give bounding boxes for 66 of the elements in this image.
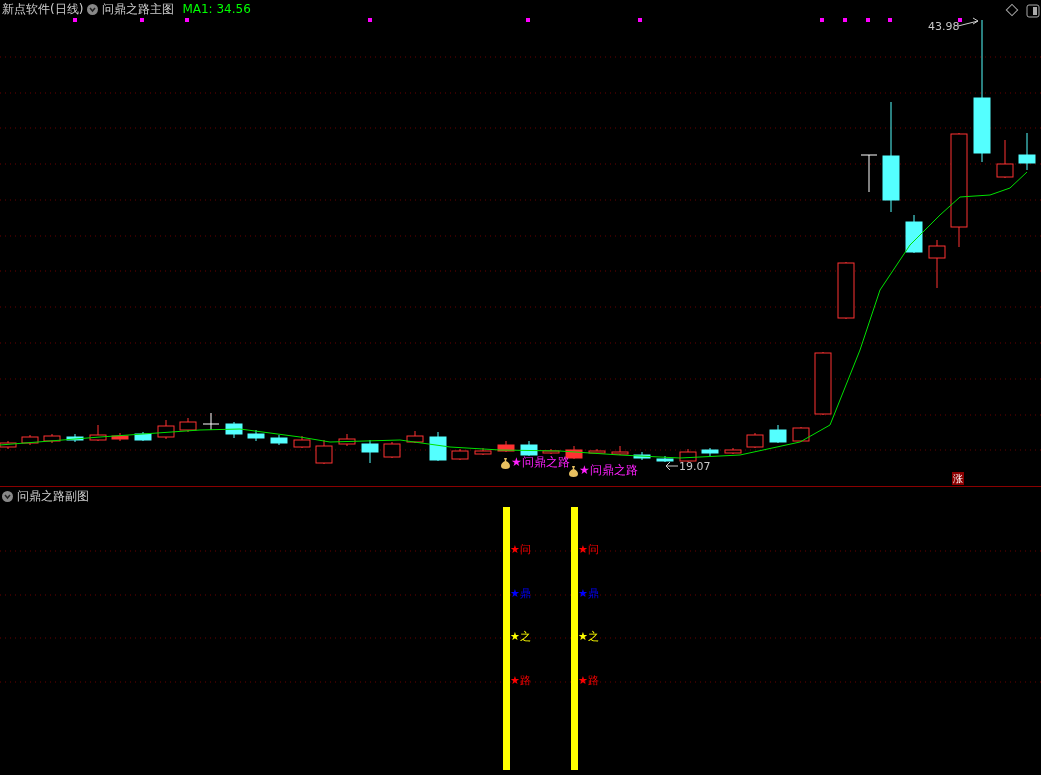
- sub-chart-title: 问鼎之路副图: [17, 487, 89, 505]
- money-bag-icon: [500, 456, 511, 469]
- indicator-value: MA1: 34.56: [182, 2, 251, 16]
- candlestick: [361, 439, 379, 464]
- candlestick: [89, 424, 107, 442]
- candlestick: [474, 447, 492, 456]
- candlestick: [520, 440, 538, 457]
- chart-title: 问鼎之路主图: [102, 0, 175, 18]
- money-bag-icon: [568, 464, 579, 477]
- candlestick: [792, 426, 810, 443]
- candlestick: [679, 448, 697, 463]
- candlestick: [111, 432, 129, 442]
- candlestick: [406, 430, 424, 444]
- candlestick: [134, 431, 152, 442]
- signal-label: ★问鼎之路: [579, 462, 638, 479]
- candlestick: [542, 448, 560, 455]
- star-label: ★路: [510, 674, 531, 688]
- candlestick: [497, 440, 515, 453]
- candlestick: [588, 448, 606, 455]
- arrow-icon: [665, 461, 679, 471]
- candlestick: [338, 433, 356, 447]
- candlestick: [611, 445, 629, 456]
- star-label: ★问: [578, 543, 599, 557]
- star-label: ★鼎: [578, 587, 599, 601]
- arrow-icon: [957, 17, 979, 27]
- diamond-icon[interactable]: [1005, 3, 1019, 17]
- candlestick: [746, 432, 764, 449]
- panel-toggle-icon[interactable]: [1026, 4, 1040, 18]
- candlestick: [66, 433, 84, 443]
- candlestick: [225, 421, 243, 439]
- candlestick: [315, 439, 333, 465]
- candlestick: [202, 412, 220, 431]
- software-title: 新点软件(日线): [2, 0, 84, 18]
- candlestick: [43, 433, 61, 444]
- candlestick: [157, 419, 175, 440]
- star-label: ★路: [578, 674, 599, 688]
- candlestick: [21, 434, 39, 446]
- candlestick: [724, 447, 742, 455]
- star-label: ★之: [510, 630, 531, 644]
- candlestick: [633, 451, 651, 461]
- candlestick: [1018, 132, 1036, 171]
- candlestick: [905, 214, 923, 254]
- low-price-label: 19.07: [679, 460, 711, 473]
- dropdown-icon[interactable]: [2, 490, 13, 502]
- dropdown-icon[interactable]: [87, 3, 99, 15]
- candlestick: [769, 424, 787, 444]
- candlestick: [270, 434, 288, 446]
- candlestick: [928, 239, 946, 289]
- candlestick: [860, 154, 878, 193]
- candlestick: [383, 441, 401, 459]
- high-price-label: 43.98: [928, 20, 960, 33]
- candlestick: [293, 435, 311, 449]
- candlestick: [814, 351, 832, 416]
- candlestick: [247, 429, 265, 442]
- star-label: ★之: [578, 630, 599, 644]
- rise-badge: 涨: [952, 472, 964, 485]
- star-label: ★问: [510, 543, 531, 557]
- candlestick: [451, 448, 469, 461]
- candlestick: [179, 417, 197, 433]
- candlestick: [701, 447, 719, 457]
- signal-label: ★问鼎之路: [511, 454, 570, 471]
- star-label: ★鼎: [510, 587, 531, 601]
- candlestick: [996, 139, 1014, 179]
- candlestick: [656, 455, 674, 463]
- candlestick: [429, 431, 447, 462]
- candlestick: [837, 261, 855, 320]
